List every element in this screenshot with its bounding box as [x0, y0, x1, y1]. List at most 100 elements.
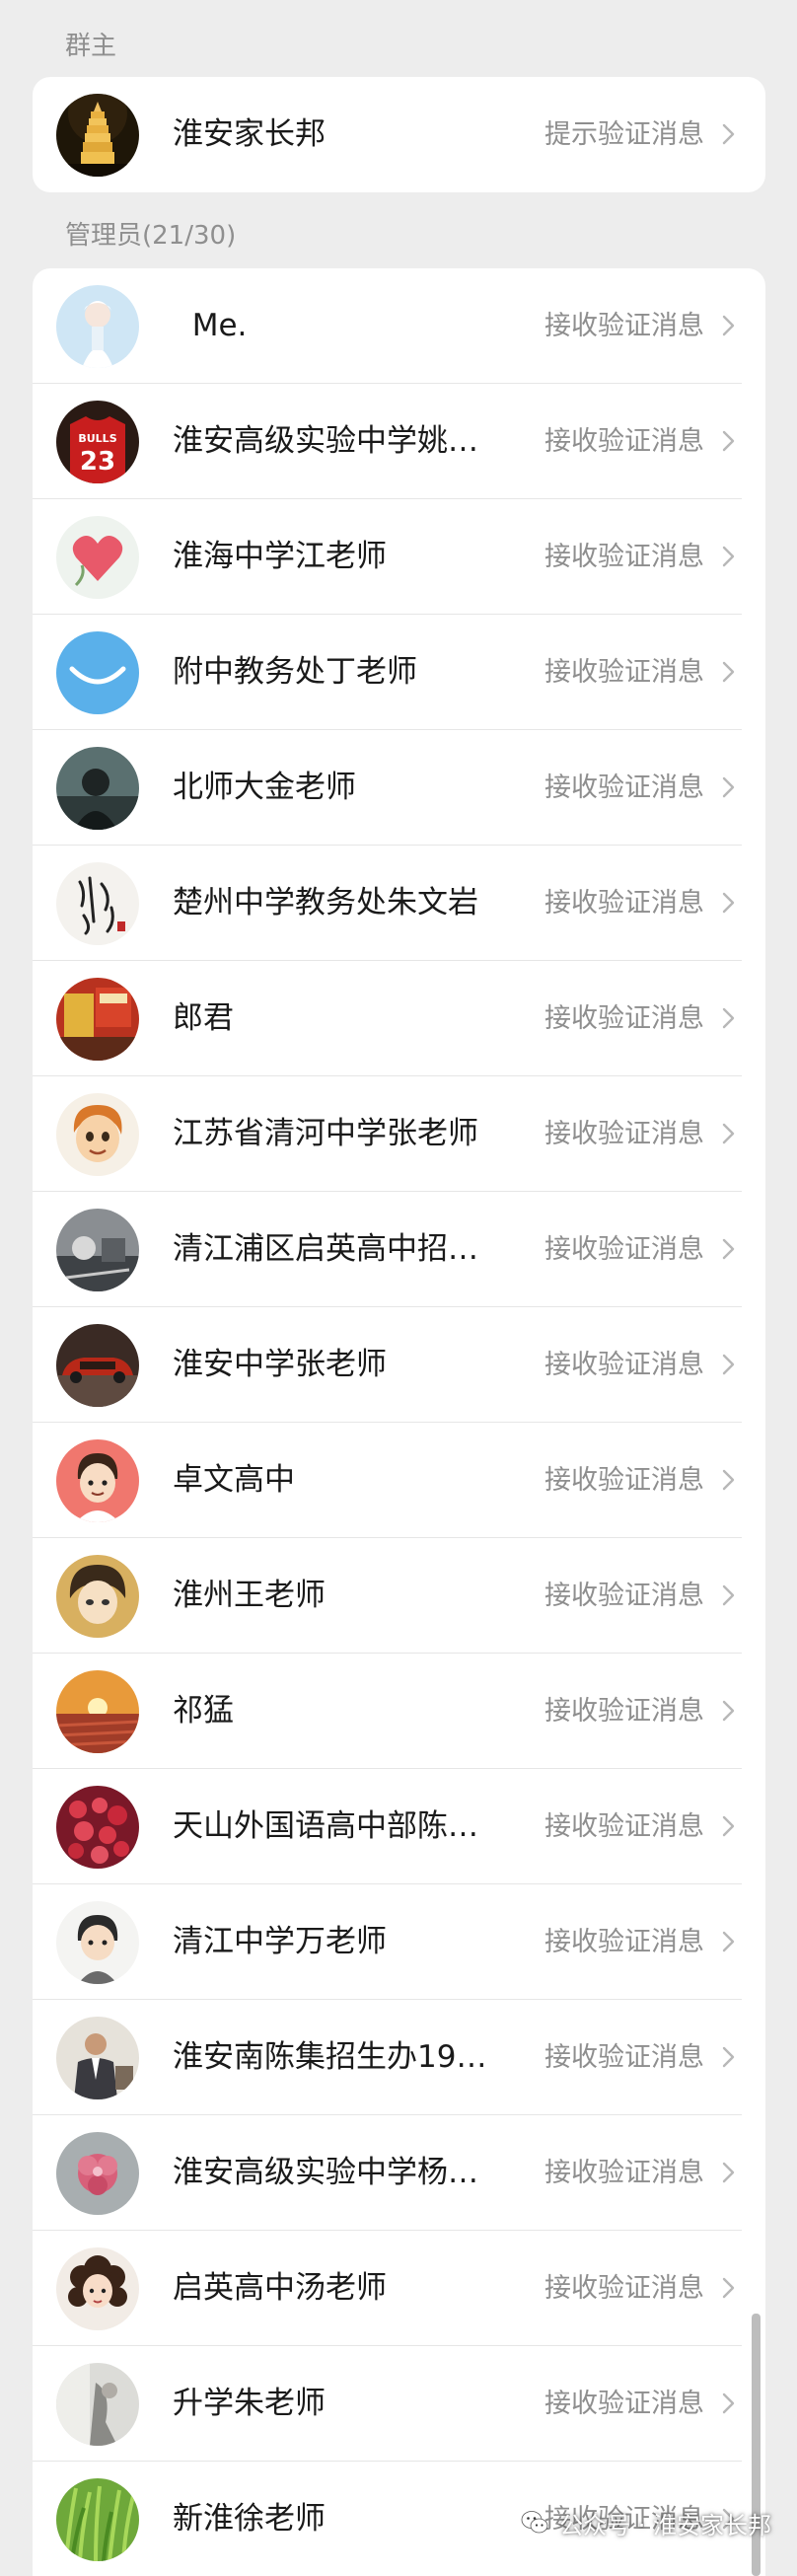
member-row[interactable]: Me. 接收验证消息 — [33, 268, 765, 384]
avatar — [56, 1093, 139, 1176]
verification-status: 接收验证消息 — [544, 426, 704, 457]
member-name: 清江浦区启英高中招… — [173, 1231, 478, 1267]
chevron-right-icon — [714, 1004, 742, 1032]
chevron-right-icon — [714, 1120, 742, 1147]
avatar — [56, 2478, 139, 2561]
member-row[interactable]: 楚州中学教务处朱文岩 接收验证消息 — [33, 846, 765, 961]
chevron-right-icon — [714, 1928, 742, 1955]
admin-card: Me. 接收验证消息 BULLS 23 淮安高级实验中学姚… 接收验证消息 淮海中学江老师接… — [33, 268, 765, 2576]
member-name: 郎君 — [173, 1000, 234, 1036]
chevron-right-icon — [714, 889, 742, 917]
verification-status: 接收验证消息 — [544, 1350, 704, 1380]
member-name: 北师大金老师 — [173, 770, 356, 805]
verification-status: 接收验证消息 — [544, 1581, 704, 1611]
owner-card: 淮安家长邦 提示验证消息 — [33, 77, 765, 192]
chevron-right-icon — [714, 427, 742, 455]
avatar — [56, 862, 139, 945]
verification-status: 接收验证消息 — [544, 1811, 704, 1842]
member-name: 淮安南陈集招生办19… — [173, 2039, 487, 2075]
member-name: 启英高中汤老师 — [173, 2270, 387, 2306]
verification-status: 接收验证消息 — [544, 311, 704, 341]
verification-status: 接收验证消息 — [544, 2042, 704, 2073]
chevron-right-icon — [714, 1697, 742, 1725]
verification-status: 接收验证消息 — [544, 2389, 704, 2419]
verification-status: 接收验证消息 — [544, 1927, 704, 1957]
watermark-text: 公众号 · 淮安家长邦 — [559, 2511, 771, 2539]
verification-status: 接收验证消息 — [544, 888, 704, 919]
member-row[interactable]: 淮安中学张老师 接收验证消息 — [33, 1307, 765, 1423]
member-name: 楚州中学教务处朱文岩 — [173, 885, 478, 920]
verification-status: 接收验证消息 — [544, 542, 704, 572]
avatar — [56, 2132, 139, 2215]
verification-status: 接收验证消息 — [544, 2273, 704, 2304]
verification-status: 接收验证消息 — [544, 773, 704, 803]
member-row[interactable]: 江苏省清河中学张老师 接收验证消息 — [33, 1076, 765, 1192]
chevron-right-icon — [714, 2390, 742, 2417]
chevron-right-icon — [714, 1235, 742, 1263]
member-name: 淮安高级实验中学姚… — [173, 423, 478, 459]
wechat-icon — [521, 2511, 548, 2534]
member-name: 淮海中学江老师 — [173, 539, 387, 574]
verification-status: 接收验证消息 — [544, 2158, 704, 2188]
member-row[interactable]: 北师大金老师 接收验证消息 — [33, 730, 765, 846]
avatar — [56, 2247, 139, 2330]
member-name: 淮安家长邦 — [173, 116, 326, 152]
avatar: BULLS 23 — [56, 401, 139, 483]
member-row[interactable]: 升学朱老师 接收验证消息 — [33, 2346, 765, 2462]
verification-status: 提示验证消息 — [544, 119, 704, 150]
chevron-right-icon — [714, 312, 742, 339]
svg-text:23: 23 — [80, 447, 115, 477]
chevron-right-icon — [714, 658, 742, 686]
member-row[interactable]: 天山外国语高中部陈… 接收验证消息 — [33, 1769, 765, 1884]
avatar — [56, 516, 139, 599]
member-row[interactable]: 祁猛 接收验证消息 — [33, 1654, 765, 1769]
member-row[interactable]: 清江浦区启英高中招… 接收验证消息 — [33, 1192, 765, 1307]
avatar — [56, 1324, 139, 1407]
chevron-right-icon — [714, 2274, 742, 2302]
member-name: 附中教务处丁老师 — [173, 654, 417, 690]
member-row[interactable]: 淮海中学江老师 接收验证消息 — [33, 499, 765, 615]
owner-section-header: 群主 — [65, 32, 117, 61]
avatar — [56, 1901, 139, 1984]
chevron-right-icon — [714, 120, 742, 148]
member-name: 淮州王老师 — [173, 1578, 326, 1613]
member-row[interactable]: 淮安家长邦 提示验证消息 — [33, 77, 765, 192]
member-row[interactable]: 启英高中汤老师 接收验证消息 — [33, 2231, 765, 2346]
verification-status: 接收验证消息 — [544, 1696, 704, 1727]
watermark: 公众号 · 淮安家长邦 — [520, 2503, 771, 2542]
chevron-right-icon — [714, 1466, 742, 1494]
member-row[interactable]: 郎君 接收验证消息 — [33, 961, 765, 1076]
member-name: Me. — [173, 308, 248, 343]
verification-status: 接收验证消息 — [544, 1003, 704, 1034]
chevron-right-icon — [714, 2159, 742, 2186]
avatar — [56, 1670, 139, 1753]
member-name: 淮安高级实验中学杨… — [173, 2155, 478, 2190]
chevron-right-icon — [714, 2043, 742, 2071]
member-row[interactable]: 淮安高级实验中学杨… 接收验证消息 — [33, 2115, 765, 2231]
avatar — [56, 1439, 139, 1522]
member-row[interactable]: 附中教务处丁老师 接收验证消息 — [33, 615, 765, 730]
member-row[interactable]: 卓文高中 接收验证消息 — [33, 1423, 765, 1538]
member-name: 天山外国语高中部陈… — [173, 1808, 478, 1844]
avatar — [56, 1786, 139, 1869]
member-name: 祁猛 — [173, 1693, 234, 1729]
avatar — [56, 285, 139, 368]
verification-status: 接收验证消息 — [544, 1234, 704, 1265]
chevron-right-icon — [714, 1582, 742, 1609]
admin-section-header: 管理员(21/30) — [65, 221, 237, 251]
member-row[interactable]: 清江中学万老师 接收验证消息 — [33, 1884, 765, 2000]
avatar — [56, 1555, 139, 1638]
member-name: 升学朱老师 — [173, 2386, 326, 2421]
avatar — [56, 631, 139, 714]
avatar — [56, 978, 139, 1061]
verification-status: 接收验证消息 — [544, 1465, 704, 1496]
member-row[interactable]: 淮安南陈集招生办19… 接收验证消息 — [33, 2000, 765, 2115]
chevron-right-icon — [714, 773, 742, 801]
chevron-right-icon — [714, 1812, 742, 1840]
avatar — [56, 94, 139, 177]
avatar — [56, 1209, 139, 1291]
member-row[interactable]: BULLS 23 淮安高级实验中学姚… 接收验证消息 — [33, 384, 765, 499]
verification-status: 接收验证消息 — [544, 657, 704, 688]
member-row[interactable]: 淮州王老师 接收验证消息 — [33, 1538, 765, 1654]
chevron-right-icon — [714, 543, 742, 570]
